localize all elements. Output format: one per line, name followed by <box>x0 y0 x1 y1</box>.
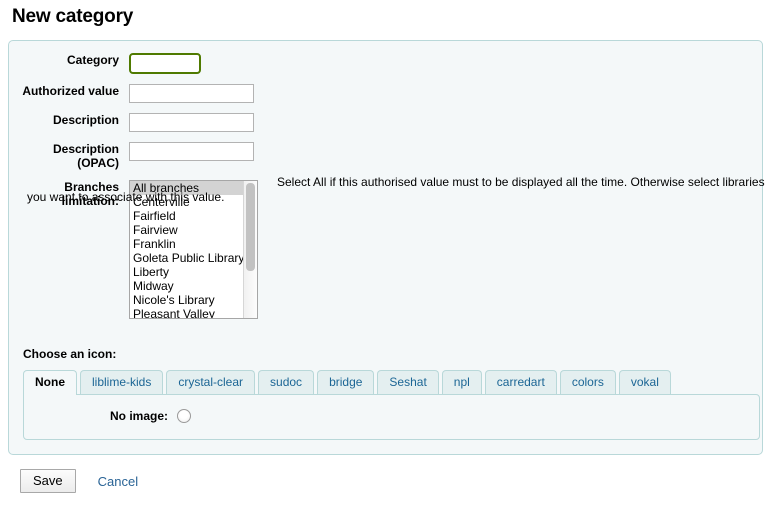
field-authorized-value <box>129 84 762 103</box>
field-category <box>129 53 762 74</box>
description-opac-input[interactable] <box>129 142 254 161</box>
page-title: New category <box>12 6 134 27</box>
tab-colors[interactable]: colors <box>559 370 616 394</box>
choose-icon-heading: Choose an icon: <box>23 347 117 361</box>
no-image-radio[interactable] <box>177 409 192 423</box>
description-input[interactable] <box>129 113 254 132</box>
tab-npl[interactable]: npl <box>441 370 482 394</box>
tab-bridge[interactable]: bridge <box>317 370 375 394</box>
form-wrapper: Category Authorized value Description De… <box>0 40 773 493</box>
no-image-label: No image: <box>110 409 169 423</box>
category-fieldset: Category Authorized value Description De… <box>8 40 765 455</box>
tab-vokal[interactable]: vokal <box>618 370 671 394</box>
field-description <box>129 113 762 132</box>
authorized-value-input[interactable] <box>129 84 254 103</box>
list-item[interactable]: Franklin <box>130 237 243 251</box>
cancel-link[interactable]: Cancel <box>98 474 138 489</box>
list-item[interactable]: Fairview <box>130 223 243 237</box>
form-row-authorized-value: Authorized value <box>9 84 762 103</box>
label-description-opac-subtext: (OPAC) <box>77 156 119 170</box>
icon-tabs: None liblime-kids crystal-clear sudoc br… <box>23 369 762 395</box>
scrollbar-thumb[interactable] <box>246 183 255 271</box>
tab-seshat[interactable]: Seshat <box>377 370 439 394</box>
tab-none[interactable]: None <box>23 370 77 395</box>
list-item[interactable]: Fairfield <box>130 209 243 223</box>
listbox-scrollbar[interactable] <box>243 181 257 318</box>
tab-liblime-kids[interactable]: liblime-kids <box>80 370 164 394</box>
tab-sudoc[interactable]: sudoc <box>258 370 315 394</box>
form-actions: Save Cancel <box>20 469 765 493</box>
branches-hint-line2: you want to associate with this value. <box>27 190 225 204</box>
branches-hint-line1: Select All if this authorised value must… <box>277 175 765 189</box>
label-description-opac: Description (OPAC) <box>9 142 129 170</box>
tab-crystal-clear[interactable]: crystal-clear <box>166 370 256 394</box>
list-item[interactable]: Midway <box>130 279 243 293</box>
list-item[interactable]: Goleta Public Library <box>130 251 244 265</box>
label-authorized-value-text: Authorized value <box>22 84 119 98</box>
label-category-text: Category <box>66 53 119 67</box>
tab-carredart[interactable]: carredart <box>484 370 557 394</box>
label-description-text: Description <box>52 113 119 127</box>
category-input[interactable] <box>129 53 201 74</box>
no-image-row: No image: <box>24 409 759 423</box>
list-item[interactable]: Pleasant Valley <box>130 307 243 318</box>
label-authorized-value: Authorized value <box>9 84 129 98</box>
icon-tab-panel: No image: <box>23 394 760 440</box>
label-description-opac-text: Description <box>52 142 119 156</box>
label-description: Description <box>9 113 129 127</box>
list-item[interactable]: Liberty <box>130 265 243 279</box>
save-button[interactable]: Save <box>20 469 76 493</box>
form-row-category: Category <box>9 53 762 74</box>
label-category: Category <box>9 53 129 67</box>
field-description-opac <box>129 142 762 161</box>
form-row-description: Description <box>9 113 762 132</box>
form-row-description-opac: Description (OPAC) <box>9 142 762 170</box>
list-item[interactable]: Nicole's Library <box>130 293 243 307</box>
